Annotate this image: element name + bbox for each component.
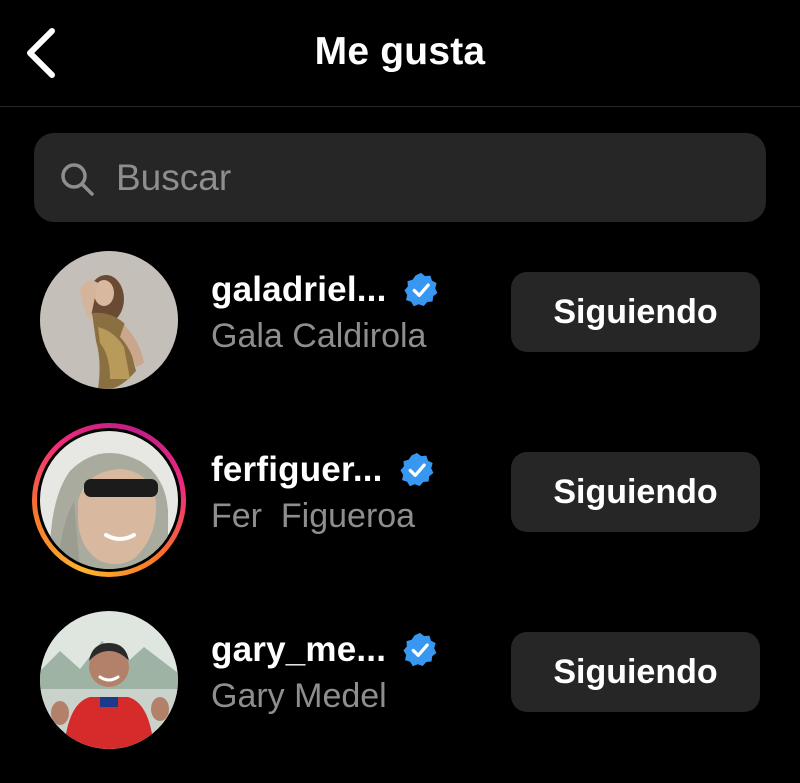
full-name: Gala Caldirola: [211, 317, 427, 355]
list-item[interactable]: galadriel... Gala Caldirola Siguiendo: [0, 243, 800, 413]
username[interactable]: galadriel...: [211, 270, 387, 310]
username-row: galadriel...: [211, 267, 439, 313]
username[interactable]: gary_me...: [211, 630, 386, 670]
username-row: ferfiguer...: [211, 447, 435, 493]
avatar[interactable]: [32, 243, 186, 397]
verified-badge-icon: [400, 452, 433, 487]
page-title: Me gusta: [314, 30, 486, 73]
verified-badge-icon: [403, 272, 437, 307]
avatar[interactable]: [32, 603, 186, 757]
avatar-image: [40, 431, 178, 569]
search-icon: [61, 163, 94, 196]
avatar-image: [40, 251, 178, 389]
avatar[interactable]: [32, 423, 186, 577]
verified-badge-icon: [403, 632, 437, 667]
following-button[interactable]: Siguiendo: [511, 272, 760, 352]
list-item[interactable]: ferfiguer... Fer Figueroa Siguiendo: [0, 423, 800, 593]
avatar-image: [40, 611, 178, 749]
username[interactable]: ferfiguer...: [211, 450, 383, 490]
full-name: Gary Medel: [211, 677, 387, 715]
search-input[interactable]: [116, 148, 736, 208]
following-button[interactable]: Siguiendo: [511, 452, 760, 532]
following-button[interactable]: Siguiendo: [511, 632, 760, 712]
username-row: gary_me...: [211, 627, 438, 673]
top-bar: Me gusta: [0, 0, 800, 107]
full-name: Fer Figueroa: [211, 497, 416, 535]
list-item[interactable]: gary_me... Gary Medel Siguiendo: [0, 603, 800, 773]
